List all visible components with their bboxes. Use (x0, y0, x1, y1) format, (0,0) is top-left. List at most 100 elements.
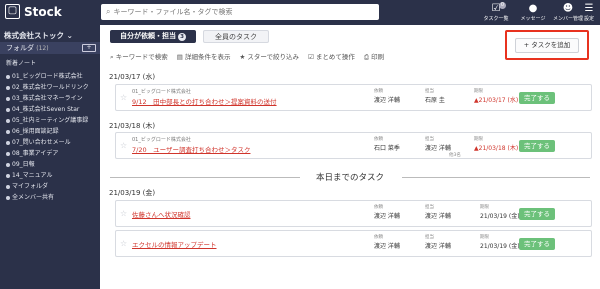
complete-button[interactable]: 完了する (519, 140, 555, 152)
task-card[interactable]: ☆ 01_ビッグロード株式会社 7/20 ユーザー調査打ち合わせ＞タスク 依頼 … (115, 132, 592, 159)
sidebar-item-folder[interactable]: 14_マニュアル (6, 172, 52, 180)
chevron-down-icon: ⌄ (66, 31, 73, 40)
task-due: ▲21/03/17 (水) (474, 95, 518, 104)
star-filter-button[interactable]: ★ スターで絞り込み (239, 51, 299, 62)
sidebar-item-my-folder[interactable]: マイフォルダ (6, 183, 48, 191)
sidebar-item-label: 07_問い合わせメール (12, 139, 71, 146)
sidebar-item-label: 14_マニュアル (12, 172, 53, 179)
logo-text: Stock (24, 4, 62, 19)
folder-icon (6, 129, 10, 134)
task-due: ▲21/03/18 (木) (474, 143, 518, 152)
detail-filter-button[interactable]: ▤ 詳細条件を表示 (177, 51, 231, 62)
task-title[interactable]: エクセルの情報アップデート (132, 239, 217, 249)
task-title[interactable]: 7/20 ユーザー調査打ち合わせ＞タスク (132, 144, 250, 154)
message-button[interactable]: ● メッセージ (517, 2, 549, 22)
assignee-extra: 他3名 (449, 153, 461, 158)
search-input[interactable] (113, 8, 369, 16)
task-title[interactable]: 9/12 田中部長との打ち合わせ＞提案資料の送付 (132, 96, 277, 106)
bulk-action-button[interactable]: ☑ まとめて操作 (308, 51, 355, 62)
complete-button[interactable]: 完了する (519, 208, 555, 220)
print-button[interactable]: ⎙ 印刷 (364, 51, 384, 62)
requester-label: 依頼 (374, 235, 383, 240)
sidebar-item-new-notes[interactable]: 新着ノート (6, 60, 36, 68)
task-assignee: 渡辺 洋輔 (425, 145, 451, 152)
date-header: 21/03/19 (金) (109, 189, 156, 197)
complete-button[interactable]: 完了する (519, 92, 555, 104)
search-box[interactable]: ⌕ (101, 4, 379, 20)
chat-icon: ● (528, 3, 538, 14)
task-requester: 渡辺 洋輔 (374, 213, 400, 220)
requester-label: 依頼 (374, 137, 383, 142)
due-date: 21/03/19 (金) (480, 243, 520, 250)
requester-label: 依頼 (374, 205, 383, 210)
sidebar-item-label: 05_社内ミーティング議事録 (12, 117, 89, 124)
due-date: 21/03/19 (金) (480, 213, 520, 220)
due-label: 期限 (480, 235, 489, 240)
sidebar-item-folder[interactable]: 09_日報 (6, 161, 35, 169)
sidebar-item-label: 02_株式会社ワールドリンク (12, 84, 89, 91)
sidebar-item-shared[interactable]: 全メンバー共有 (6, 194, 54, 202)
sidebar-item-label: 01_ビッグロード株式会社 (12, 73, 83, 80)
task-card[interactable]: ☆ 佐藤さんへ状況確認 依頼 渡辺 洋輔 担当 渡辺 洋輔 期限 21/03/1… (115, 200, 592, 227)
company-selector[interactable]: 株式会社ストック ⌄ (4, 30, 73, 41)
sidebar-item-folder[interactable]: 07_問い合わせメール (6, 139, 71, 147)
due-date: 21/03/17 (水) (478, 97, 519, 104)
task-card[interactable]: ☆ 01_ビッグロード株式会社 9/12 田中部長との打ち合わせ＞提案資料の送付… (115, 84, 592, 111)
message-label: メッセージ (520, 16, 546, 22)
logo[interactable]: ▢ Stock (5, 4, 62, 19)
sidebar-item-label: 04_株式会社Seven Star (12, 106, 80, 113)
date-header: 21/03/18 (木) (109, 122, 156, 130)
folder-count: (12) (36, 45, 49, 52)
add-folder-button[interactable]: + (82, 44, 96, 52)
due-date: 21/03/18 (木) (478, 145, 519, 152)
sidebar-item-folder[interactable]: 03_株式会社マネーライン (6, 95, 83, 103)
sidebar-item-label: 08_事業アイデア (12, 150, 59, 157)
complete-button[interactable]: 完了する (519, 238, 555, 250)
assignee-label: 担当 (425, 235, 434, 240)
star-icon[interactable]: ☆ (120, 93, 127, 102)
sidebar-item-folder[interactable]: 01_ビッグロード株式会社 (6, 73, 83, 81)
folder-icon (6, 107, 10, 112)
print-label: 印刷 (371, 53, 385, 61)
keyword-search-label: キーワードで検索 (115, 53, 168, 61)
folder-icon (6, 85, 10, 90)
star-icon[interactable]: ☆ (120, 141, 127, 150)
folder-icon (6, 184, 10, 189)
task-title[interactable]: 佐藤さんへ状況確認 (132, 209, 191, 219)
sidebar-item-label: 全メンバー共有 (12, 194, 55, 201)
sidebar-item-folder[interactable]: 05_社内ミーティング議事録 (6, 117, 88, 125)
task-card[interactable]: ☆ エクセルの情報アップデート 依頼 渡辺 洋輔 担当 渡辺 洋輔 期限 21/… (115, 230, 592, 257)
requester-label: 依頼 (374, 89, 383, 94)
task-list-label: タスク一覧 (483, 16, 509, 22)
star-icon: ★ (239, 53, 246, 61)
sidebar-item-label: 03_株式会社マネーライン (12, 95, 83, 102)
check-icon: ☑ (307, 53, 314, 61)
sidebar-item-label: 09_日報 (12, 161, 35, 168)
task-requester: 石口 菜季 (374, 145, 400, 152)
sidebar-item-folder[interactable]: 06_採用面談記録 (6, 128, 59, 136)
tab-my-tasks[interactable]: 自分が依頼・担当 3 (110, 30, 196, 43)
tab-all-tasks[interactable]: 全員のタスク (203, 30, 269, 43)
sidebar-item-label: 新着ノート (6, 60, 37, 67)
main-content: 自分が依頼・担当 3 全員のタスク + タスクを追加 ⌕ キーワードで検索 ▤ 詳… (100, 25, 600, 289)
sidebar-item-folder[interactable]: 08_事業アイデア (6, 150, 58, 158)
add-task-button[interactable]: + タスクを追加 (515, 38, 579, 53)
folder-icon (6, 96, 10, 101)
detail-filter-label: 詳細条件を表示 (184, 53, 231, 61)
sidebar-item-folder[interactable]: 04_株式会社Seven Star (6, 106, 79, 114)
star-icon[interactable]: ☆ (120, 209, 127, 218)
due-label: 期限 (474, 89, 483, 94)
print-icon: ⎙ (363, 53, 370, 61)
task-project: 01_ビッグロード株式会社 (132, 137, 191, 143)
tab-label: 全員のタスク (215, 33, 257, 41)
assignee-label: 担当 (425, 205, 434, 210)
assignee-label: 担当 (425, 89, 434, 94)
task-list-button[interactable]: ☑ 0 タスク一覧 (480, 2, 512, 22)
sidebar-item-folder[interactable]: 02_株式会社ワールドリンク (6, 84, 89, 92)
settings-button[interactable]: ☰ 設定 (573, 2, 600, 22)
keyword-search-button[interactable]: ⌕ キーワードで検索 (110, 51, 168, 62)
menu-icon: ☰ (584, 3, 594, 14)
sidebar: 株式会社ストック ⌄ フォルダ (12) + 新着ノート 01_ビッグロード株式… (0, 25, 100, 289)
star-icon[interactable]: ☆ (120, 239, 127, 248)
due-label: 期限 (480, 205, 489, 210)
